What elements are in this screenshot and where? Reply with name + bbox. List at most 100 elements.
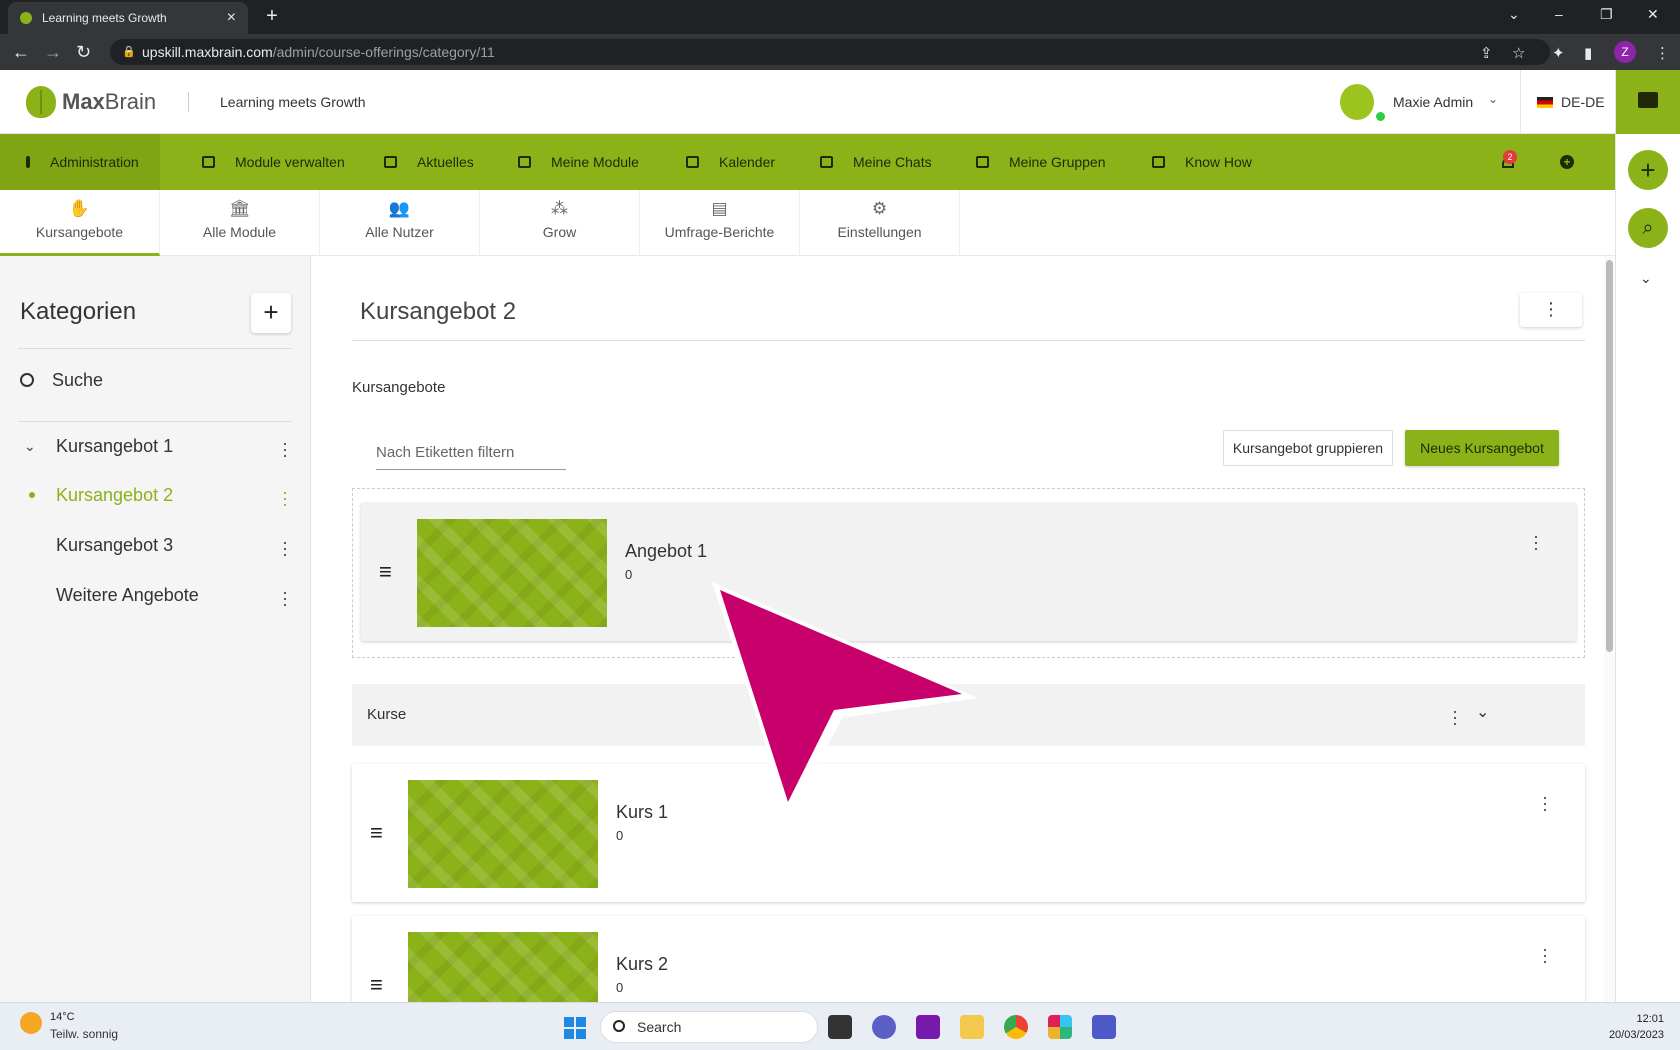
more-vert-icon[interactable]: · · ·: [1542, 788, 1548, 818]
more-vert-icon[interactable]: · · ·: [282, 483, 288, 513]
folder-icon: [202, 156, 215, 168]
weather-sun-icon[interactable]: [20, 1012, 42, 1034]
scrollbar[interactable]: [1604, 256, 1615, 1002]
sidebar-item-kursangebot-1[interactable]: Kursangebot 1: [56, 436, 173, 457]
language-selector[interactable]: DE-DE: [1561, 94, 1605, 110]
address-bar: ← → ↻ 🔒 upskill.maxbrain.com/admin/cours…: [0, 34, 1680, 70]
tab-search-icon[interactable]: ⌄: [1508, 6, 1520, 23]
course-title[interactable]: Kurs 2: [616, 954, 668, 975]
tab-grow[interactable]: ⁂ Grow: [480, 190, 640, 256]
tab-alle-module[interactable]: 🏛 Alle Module: [160, 190, 320, 256]
tag-filter-input[interactable]: [376, 436, 566, 470]
share-icon[interactable]: ⇪: [1480, 44, 1493, 62]
nav-kalender[interactable]: Kalender: [660, 134, 801, 190]
book-icon: [1152, 156, 1165, 168]
more-vert-icon[interactable]: · · ·: [282, 583, 288, 613]
sidebar-title: Kategorien: [20, 298, 137, 325]
bookmark-star-icon[interactable]: ☆: [1512, 44, 1525, 62]
back-icon[interactable]: ←: [12, 42, 30, 63]
more-vert-icon[interactable]: · · ·: [282, 434, 288, 464]
add-circle-icon[interactable]: +: [1560, 155, 1574, 169]
url-field[interactable]: 🔒 upskill.maxbrain.com/admin/course-offe…: [110, 39, 1550, 65]
nav-label: Administration: [50, 154, 139, 170]
slack-icon[interactable]: [1048, 1015, 1072, 1039]
more-vert-icon[interactable]: · · ·: [282, 533, 288, 563]
course-title[interactable]: Kurs 1: [616, 802, 668, 823]
close-window-icon[interactable]: ✕: [1647, 6, 1659, 23]
new-tab-button[interactable]: +: [260, 5, 284, 29]
chat-app-icon[interactable]: [872, 1015, 896, 1039]
nav-label: Aktuelles: [417, 154, 474, 170]
add-button[interactable]: +: [1628, 150, 1668, 190]
restore-icon[interactable]: ❐: [1600, 6, 1613, 23]
pointer-arrow-shape: [720, 590, 962, 802]
group-offering-button[interactable]: Kursangebot gruppieren: [1223, 430, 1393, 466]
user-name[interactable]: Maxie Admin: [1393, 94, 1473, 110]
nav-meine-module[interactable]: Meine Module: [492, 134, 665, 190]
course-count: 0: [616, 828, 624, 843]
windows-start-icon[interactable]: [564, 1017, 586, 1039]
add-category-button[interactable]: +: [251, 293, 291, 333]
user-avatar[interactable]: [1340, 84, 1374, 120]
tab-kursangebote[interactable]: ✋ Kursangebote: [0, 190, 160, 256]
sidebar-item-weitere-angebote[interactable]: Weitere Angebote: [56, 585, 199, 606]
file-explorer-icon[interactable]: [960, 1015, 984, 1039]
sidebar-search[interactable]: Suche: [20, 370, 103, 391]
sidebar-item-kursangebot-2[interactable]: Kursangebot 2: [56, 485, 173, 506]
scrollbar-thumb[interactable]: [1606, 260, 1613, 652]
tab-title: Learning meets Growth: [42, 11, 167, 25]
group-icon: ⁂: [551, 199, 568, 218]
chevron-down-icon[interactable]: ⌄: [24, 438, 36, 455]
sidepanel-icon[interactable]: ▮: [1584, 44, 1592, 62]
drag-handle-icon[interactable]: ≡: [379, 561, 392, 583]
offering-title[interactable]: Angebot 1: [625, 541, 707, 562]
browser-tab[interactable]: Learning meets Growth ×: [8, 2, 248, 34]
drag-handle-icon[interactable]: ≡: [370, 974, 383, 996]
tab-einstellungen[interactable]: ⚙ Einstellungen: [800, 190, 960, 256]
chevron-down-icon[interactable]: ⌄: [1476, 702, 1489, 722]
nav-module-verwalten[interactable]: Module verwalten: [176, 134, 371, 190]
nav-meine-gruppen[interactable]: Meine Gruppen: [950, 134, 1132, 190]
forward-icon[interactable]: →: [44, 42, 62, 63]
more-vert-icon[interactable]: · · ·: [1533, 527, 1539, 557]
new-offering-button[interactable]: Neues Kursangebot: [1405, 430, 1559, 466]
page-more-menu-button[interactable]: ⋮: [1520, 293, 1582, 327]
chevron-down-icon[interactable]: ⌄: [1640, 270, 1652, 287]
chat-toggle-button[interactable]: [1616, 70, 1680, 134]
profile-avatar[interactable]: Z: [1614, 41, 1636, 63]
task-view-icon[interactable]: [828, 1015, 852, 1039]
more-vert-icon[interactable]: · · ·: [1542, 940, 1548, 970]
chrome-icon[interactable]: [1004, 1015, 1028, 1039]
drag-handle-icon[interactable]: ≡: [370, 822, 383, 844]
sidebar-item-kursangebot-3[interactable]: Kursangebot 3: [56, 535, 173, 556]
more-vert-icon[interactable]: · · ·: [1452, 702, 1458, 732]
onenote-icon[interactable]: [916, 1015, 940, 1039]
tab-umfrage-berichte[interactable]: ▤ Umfrage-Berichte: [640, 190, 800, 256]
tab-label: Kursangebote: [35, 224, 124, 240]
notification-badge: 2: [1503, 150, 1517, 164]
nav-label: Module verwalten: [235, 154, 345, 170]
nav-know-how[interactable]: Know How: [1126, 134, 1278, 190]
nav-administration[interactable]: Administration: [0, 134, 160, 190]
tab-alle-nutzer[interactable]: 👥 Alle Nutzer: [320, 190, 480, 256]
news-icon: [384, 156, 397, 168]
close-tab-icon[interactable]: ×: [227, 9, 236, 27]
hand-book-icon: ✋: [68, 199, 91, 218]
report-icon: ▤: [711, 199, 728, 218]
taskbar-clock[interactable]: 12:01 20/03/2023: [1594, 1011, 1664, 1043]
browser-menu-icon[interactable]: ⋮: [1655, 44, 1670, 62]
teams-icon[interactable]: [1092, 1015, 1116, 1039]
nav-meine-chats[interactable]: Meine Chats: [794, 134, 958, 190]
taskbar-search[interactable]: Search: [600, 1011, 818, 1043]
maxbrain-logo[interactable]: MaxBrain: [26, 86, 156, 118]
nav-aktuelles[interactable]: Aktuelles: [358, 134, 500, 190]
tab-label: Einstellungen: [837, 224, 922, 240]
user-menu-chevron-icon[interactable]: ⌄: [1488, 92, 1498, 106]
tagline: Learning meets Growth: [220, 94, 366, 110]
search-button[interactable]: ⌕: [1628, 208, 1668, 248]
minimize-icon[interactable]: –: [1555, 6, 1563, 22]
right-rail: + ⌕ ⌄: [1615, 70, 1680, 1002]
extensions-icon[interactable]: ✦: [1552, 44, 1565, 62]
reload-icon[interactable]: ↻: [76, 42, 91, 63]
course-card[interactable]: ≡ Kurs 2 0 · · ·: [352, 916, 1585, 1002]
